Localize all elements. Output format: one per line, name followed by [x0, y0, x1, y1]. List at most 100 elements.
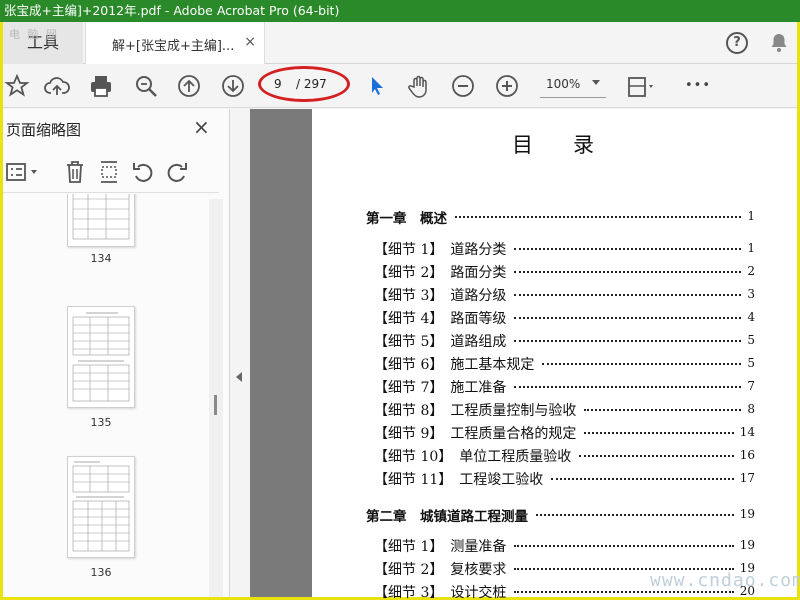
- toc-entry-text: 第二章 城镇道路工程测量: [366, 509, 528, 525]
- hand-tool-icon[interactable]: [405, 72, 433, 100]
- toc-item-row[interactable]: 【细节 1】 测量准备 19: [312, 536, 797, 556]
- thumbnail-label: 135: [90, 416, 112, 429]
- toc-item-row[interactable]: 【细节 10】 单位工程质量验收 16: [312, 446, 797, 466]
- toc-page-number: 1: [747, 209, 755, 223]
- zoom-value: 100%: [546, 77, 581, 91]
- trash-icon[interactable]: [63, 159, 87, 185]
- page-thumbnail[interactable]: [67, 456, 135, 558]
- select-cursor-icon[interactable]: [363, 72, 391, 100]
- toc-item-row[interactable]: 【细节 3】 道路分级 3: [312, 285, 797, 305]
- toc-entry-text: 【细节 1】 道路分类: [374, 242, 507, 258]
- window-title: 张宝成+主编]+2012年.pdf - Adobe Acrobat Pro (6…: [0, 0, 800, 22]
- toc-entry-text: 【细节 9】 工程质量合格的规定: [374, 426, 577, 442]
- tab-close-button[interactable]: ×: [244, 34, 256, 50]
- bell-icon[interactable]: [767, 31, 791, 55]
- toc-entry-text: 【细节 7】 施工准备: [374, 380, 507, 396]
- toc-entry-text: 【细节 3】 设计交桩: [374, 585, 507, 600]
- site-watermark: www.cndao.com: [650, 570, 800, 591]
- toc-entry-text: 【细节 11】 工程竣工验收: [374, 472, 544, 488]
- toc-chapter-row[interactable]: 第二章 城镇道路工程测量 19: [312, 505, 797, 525]
- toc-item-row[interactable]: 【细节 7】 施工准备 7: [312, 377, 797, 397]
- sidebar-close-button[interactable]: ×: [193, 115, 210, 139]
- tab-tools[interactable]: 电 脑 网 工具: [3, 22, 83, 64]
- resize-grip[interactable]: [214, 395, 217, 415]
- previous-page-icon[interactable]: [175, 72, 203, 100]
- thumbnail-label: 136: [90, 566, 112, 579]
- document-page: 目录 第一章 概述 1 【细节 1】 道路分类 1 【细节 2】 路面分类 2 【细节 3】…: [312, 109, 797, 600]
- toc-leader-dots: [514, 377, 741, 388]
- star-bookmark-icon[interactable]: [3, 72, 31, 100]
- tab-document[interactable]: 解+[张宝成+主编]... ×: [85, 22, 265, 64]
- toc-entry-text: 【细节 2】 路面分类: [374, 265, 507, 281]
- toc-leader-dots: [584, 400, 741, 411]
- toc-item-row[interactable]: 【细节 5】 道路组成 5: [312, 331, 797, 351]
- thumbnail-content: [72, 461, 130, 552]
- toc-page-number: 1: [747, 241, 755, 255]
- help-icon[interactable]: ?: [726, 32, 748, 54]
- zoom-in-icon[interactable]: [493, 72, 521, 100]
- main-toolbar: •••: [3, 64, 797, 108]
- cloud-upload-icon[interactable]: [43, 72, 71, 100]
- page-thumbnail[interactable]: [67, 306, 135, 408]
- search-zoom-icon[interactable]: [132, 72, 160, 100]
- sidebar-title: 页面缩略图: [6, 121, 82, 139]
- toc-item-row[interactable]: 【细节 11】 工程竣工验收 17: [312, 469, 797, 489]
- toc-page-number: 7: [747, 379, 755, 393]
- toc-item-row[interactable]: 【细节 6】 施工基本规定 5: [312, 354, 797, 374]
- thumbnail-label: 134: [90, 252, 112, 265]
- thumbnail-content: [72, 194, 130, 240]
- document-title: 目录: [512, 133, 634, 157]
- document-viewer: 目录 第一章 概述 1 【细节 1】 道路分类 1 【细节 2】 路面分类 2 【细节 3】…: [250, 109, 797, 600]
- zoom-out-icon[interactable]: [449, 72, 477, 100]
- toc-leader-dots: [514, 559, 734, 570]
- toc-leader-dots: [514, 262, 741, 273]
- toc-chapter-row[interactable]: 第一章 概述 1: [312, 207, 797, 227]
- toc-leader-dots: [536, 505, 734, 516]
- toc-page-number: 5: [747, 356, 755, 370]
- toc-page-number: 3: [747, 287, 755, 301]
- toc-leader-dots: [455, 207, 741, 218]
- toc-entry-text: 【细节 8】 工程质量控制与验收: [374, 403, 577, 419]
- thumbnail-sidebar: 页面缩略图 × 134 135 136: [3, 109, 230, 597]
- tab-document-label: 解+[张宝成+主编]...: [112, 39, 235, 54]
- toc-entry-text: 第一章 概述: [366, 211, 447, 227]
- collapse-arrow-icon[interactable]: [236, 372, 242, 382]
- options-menu-icon[interactable]: [5, 161, 41, 183]
- toc-page-number: 8: [747, 402, 755, 416]
- toc-leader-dots: [514, 331, 741, 342]
- toc-item-row[interactable]: 【细节 2】 路面分类 2: [312, 262, 797, 282]
- chevron-down-icon[interactable]: [592, 80, 600, 85]
- page-thumbnail[interactable]: [67, 194, 135, 247]
- toc-page-number: 19: [739, 507, 755, 521]
- toc-leader-dots: [584, 423, 734, 434]
- more-tools-icon[interactable]: •••: [685, 78, 713, 106]
- page-number-input[interactable]: 9: [274, 77, 282, 91]
- toc-leader-dots: [514, 308, 741, 319]
- toc-entry-text: 【细节 6】 施工基本规定: [374, 357, 535, 373]
- toc-page-number: 5: [747, 333, 755, 347]
- toc-entry-text: 【细节 4】 路面等级: [374, 311, 507, 327]
- tab-bar: 电 脑 网 工具 解+[张宝成+主编]... × ?: [3, 22, 797, 64]
- toc-item-row[interactable]: 【细节 9】 工程质量合格的规定 14: [312, 423, 797, 443]
- toc-entry-text: 【细节 3】 道路分级: [374, 288, 507, 304]
- rotate-cw-icon[interactable]: [164, 159, 190, 185]
- fit-page-icon[interactable]: [623, 72, 659, 100]
- next-page-icon[interactable]: [219, 72, 247, 100]
- toc-entry-text: 【细节 2】 复核要求: [374, 562, 507, 578]
- toc-entry-text: 【细节 1】 测量准备: [374, 539, 507, 555]
- toc-entry-text: 【细节 10】 单位工程质量验收: [374, 449, 572, 465]
- toc-item-row[interactable]: 【细节 4】 路面等级 4: [312, 308, 797, 328]
- toc-leader-dots: [514, 285, 741, 296]
- rotate-ccw-icon[interactable]: [130, 159, 156, 185]
- toc-leader-dots: [551, 469, 734, 480]
- toc-item-row[interactable]: 【细节 8】 工程质量控制与验收 8: [312, 400, 797, 420]
- toc-leader-dots: [514, 239, 741, 250]
- print-icon[interactable]: [87, 72, 115, 100]
- toc-page-number: 2: [747, 264, 755, 278]
- page-total: / 297: [296, 77, 327, 91]
- insert-page-icon[interactable]: [97, 159, 121, 185]
- toc-entry-text: 【细节 5】 道路组成: [374, 334, 507, 350]
- toc-item-row[interactable]: 【细节 1】 道路分类 1: [312, 239, 797, 259]
- panel-divider[interactable]: [230, 109, 250, 597]
- toc-leader-dots: [579, 446, 734, 457]
